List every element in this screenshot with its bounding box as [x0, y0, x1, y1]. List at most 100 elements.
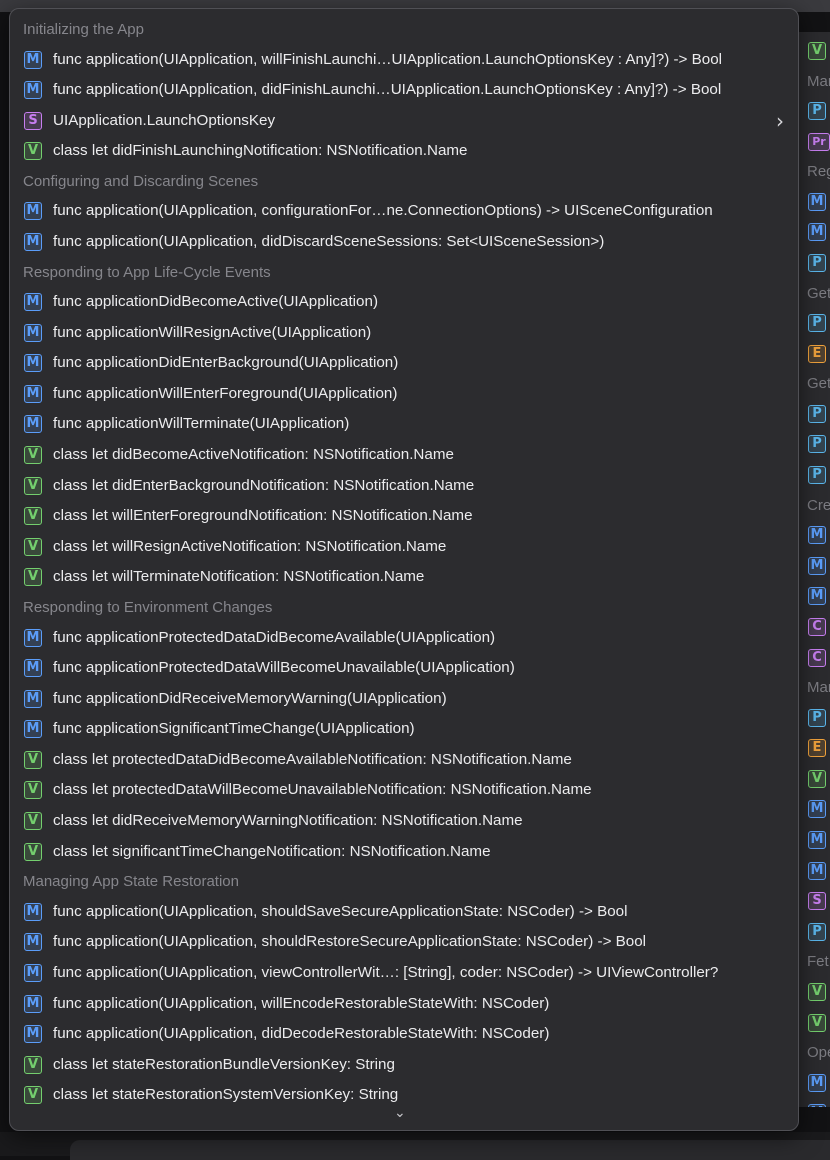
method-icon: M: [808, 800, 826, 819]
symbol-item[interactable]: Vclass let protectedDataDidBecomeAvailab…: [10, 745, 798, 776]
symbol-item[interactable]: Mfunc application(UIApplication, shouldR…: [10, 927, 798, 958]
symbol-item[interactable]: S: [799, 886, 830, 916]
symbol-item[interactable]: E: [799, 733, 830, 763]
symbol-list: Initializing the App Mfunc application(UI…: [10, 15, 798, 1111]
symbol-item[interactable]: Vclass let didBecomeActiveNotification: …: [10, 440, 798, 471]
symbol-item[interactable]: Mfunc applicationProtectedDataWillBecome…: [10, 653, 798, 684]
symbol-item[interactable]: V: [799, 36, 830, 66]
symbol-item[interactable]: C: [799, 612, 830, 642]
struct-icon: S: [24, 111, 42, 130]
symbol-item[interactable]: M: [799, 1098, 830, 1107]
symbol-item[interactable]: Mfunc applicationDidReceiveMemoryWarning…: [10, 684, 798, 715]
symbol-item[interactable]: M: [799, 217, 830, 247]
symbol-item[interactable]: M: [799, 520, 830, 550]
symbol-item[interactable]: Mfunc applicationWillEnterForeground(UIA…: [10, 379, 798, 410]
method-icon: M: [808, 526, 826, 545]
symbol-item[interactable]: Vclass let stateRestorationBundleVersion…: [10, 1050, 798, 1081]
chevron-down-icon[interactable]: ⌄: [394, 1105, 406, 1121]
symbol-item[interactable]: Mfunc application(UIApplication, viewCon…: [10, 958, 798, 989]
symbol-item[interactable]: Mfunc applicationSignificantTimeChange(U…: [10, 714, 798, 745]
symbol-item[interactable]: Vclass let protectedDataWillBecomeUnavai…: [10, 775, 798, 806]
symbol-item[interactable]: Mfunc applicationDidEnterBackground(UIAp…: [10, 348, 798, 379]
symbol-item[interactable]: M: [799, 825, 830, 855]
symbol-item[interactable]: Mfunc application(UIApplication, willFin…: [10, 45, 798, 76]
symbol-item[interactable]: Mfunc application(UIApplication, didDisc…: [10, 227, 798, 258]
symbol-item[interactable]: M: [799, 794, 830, 824]
variable-icon: V: [808, 42, 826, 60]
symbol-item[interactable]: S UIApplication.LaunchOptionsKey ›: [10, 106, 798, 137]
symbol-label: UIApplication.LaunchOptionsKey: [53, 111, 276, 129]
section-header: Mar: [807, 679, 830, 697]
symbol-item[interactable]: P: [799, 248, 830, 278]
enum-icon: E: [808, 739, 826, 758]
method-icon: M: [24, 902, 42, 921]
symbol-item[interactable]: P: [799, 308, 830, 338]
section-header: Configuring and Discarding Scenes: [23, 172, 259, 190]
symbol-item[interactable]: P: [799, 399, 830, 429]
symbol-item[interactable]: M: [799, 551, 830, 581]
variable-icon: V: [808, 1013, 826, 1032]
symbol-item[interactable]: P: [799, 917, 830, 947]
section-header: Responding to Environment Changes: [23, 599, 273, 616]
symbol-item[interactable]: E: [799, 339, 830, 369]
method-icon: M: [24, 659, 42, 678]
method-icon: M: [808, 587, 826, 606]
window-behind-edge: [70, 1140, 830, 1160]
method-icon: M: [24, 202, 42, 221]
method-icon: M: [808, 831, 826, 849]
symbol-item[interactable]: Mfunc applicationProtectedDataDidBecomeA…: [10, 623, 798, 654]
method-icon: M: [808, 861, 826, 880]
symbol-item[interactable]: Vclass let willEnterForegroundNotificati…: [10, 501, 798, 532]
symbol-label: func application(UIApplication, didDecod…: [53, 1025, 550, 1043]
symbol-label: class let stateRestorationBundleVersionK…: [53, 1055, 395, 1073]
method-icon: M: [808, 192, 826, 211]
symbol-item[interactable]: P: [799, 96, 830, 126]
secondary-symbol-popup[interactable]: VMarPPrRegMMPGetPEGetPPPCreMMMCCMarPEVMM…: [798, 32, 830, 1107]
section-header: Mar: [807, 72, 830, 90]
symbol-item[interactable]: P: [799, 703, 830, 733]
variable-icon: V: [24, 1055, 42, 1074]
variable-icon: V: [24, 750, 42, 769]
symbol-item[interactable]: P: [799, 429, 830, 459]
section-header: Cre: [807, 496, 830, 514]
section-header: Get: [807, 284, 830, 302]
symbol-item[interactable]: Mfunc application(UIApplication, didDeco…: [10, 1019, 798, 1050]
symbol-item[interactable]: Mfunc application(UIApplication, willEnc…: [10, 989, 798, 1020]
symbol-item[interactable]: Vclass let willResignActiveNotification:…: [10, 532, 798, 563]
symbol-item[interactable]: M: [799, 581, 830, 611]
chevron-right-icon[interactable]: ›: [776, 106, 784, 137]
symbol-item[interactable]: Pr: [799, 127, 830, 157]
symbol-label: func applicationDidBecomeActive(UIApplic…: [53, 293, 379, 311]
section-header: Fet: [807, 953, 829, 971]
symbol-item[interactable]: M: [799, 856, 830, 886]
method-icon: M: [24, 628, 42, 647]
symbol-item[interactable]: V: [799, 977, 830, 1007]
symbol-item[interactable]: P: [799, 460, 830, 490]
symbol-item[interactable]: Vclass let significantTimeChangeNotifica…: [10, 837, 798, 868]
symbol-item[interactable]: Vclass let didReceiveMemoryWarningNotifi…: [10, 806, 798, 837]
section-header: Managing App State Restoration: [23, 873, 239, 891]
symbol-item[interactable]: M: [799, 1068, 830, 1098]
symbol-label: func applicationWillEnterForeground(UIAp…: [53, 384, 398, 402]
symbol-item[interactable]: Vclass let didEnterBackgroundNotificatio…: [10, 471, 798, 502]
symbol-item[interactable]: V: [799, 764, 830, 794]
symbol-label: func application(UIApplication, didDisca…: [53, 232, 605, 250]
symbol-item[interactable]: Mfunc application(UIApplication, shouldS…: [10, 897, 798, 928]
symbol-item[interactable]: Mfunc application(UIApplication, didFini…: [10, 75, 798, 106]
symbol-item[interactable]: Vclass let didFinishLaunchingNotificatio…: [10, 136, 798, 167]
symbol-label: class let significantTimeChangeNotificat…: [53, 842, 491, 860]
symbol-item[interactable]: M: [799, 187, 830, 217]
symbol-item[interactable]: V: [799, 1008, 830, 1038]
method-icon: M: [24, 50, 42, 69]
section-header: Reg: [807, 163, 830, 181]
property-icon: P: [808, 922, 826, 941]
symbol-item[interactable]: C: [799, 643, 830, 673]
symbol-item[interactable]: Mfunc applicationWillTerminate(UIApplica…: [10, 409, 798, 440]
variable-icon: V: [24, 568, 42, 587]
symbol-item[interactable]: Mfunc applicationDidBecomeActive(UIAppli…: [10, 287, 798, 318]
symbol-navigator-popup[interactable]: Initializing the App Mfunc application(UI…: [9, 8, 799, 1131]
symbol-label: class let didBecomeActiveNotification: N…: [53, 446, 454, 464]
symbol-item[interactable]: Vclass let willTerminateNotification: NS…: [10, 562, 798, 593]
symbol-item[interactable]: Mfunc applicationWillResignActive(UIAppl…: [10, 318, 798, 349]
symbol-item[interactable]: Mfunc application(UIApplication, configu…: [10, 196, 798, 227]
